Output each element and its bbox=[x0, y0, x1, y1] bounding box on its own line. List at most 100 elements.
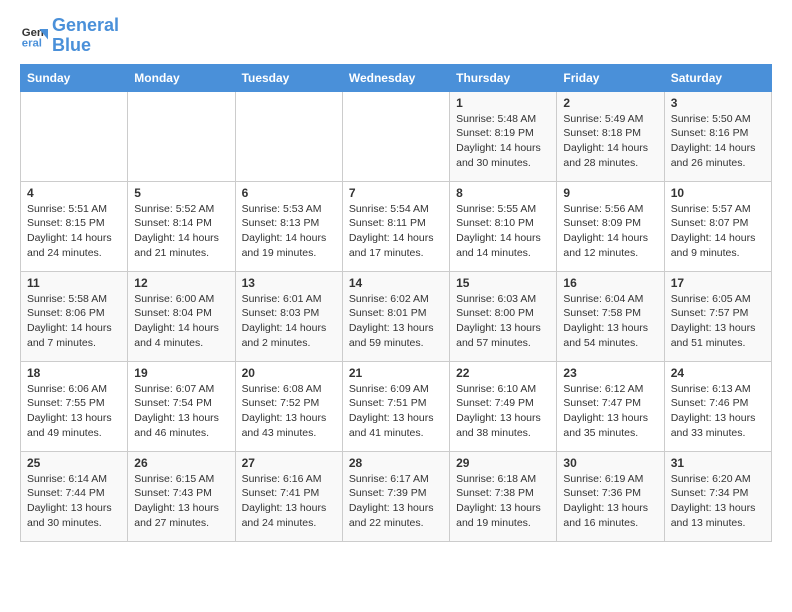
day-number: 11 bbox=[27, 276, 121, 290]
calendar-cell: 28Sunrise: 6:17 AMSunset: 7:39 PMDayligh… bbox=[342, 451, 449, 541]
day-info: Sunrise: 5:57 AMSunset: 8:07 PMDaylight:… bbox=[671, 202, 765, 261]
calendar-cell: 15 Sunrise: 6:03 AMSunset: 8:00 PMDayligh… bbox=[450, 271, 557, 361]
calendar-cell: 22 Sunrise: 6:10 AMSunset: 7:49 PMDayligh… bbox=[450, 361, 557, 451]
day-number: 3 bbox=[671, 96, 765, 110]
calendar-cell: 30 Sunrise: 6:19 AMSunset: 7:36 PMDayligh… bbox=[557, 451, 664, 541]
calendar-cell: 2 Sunrise: 5:49 AMSunset: 8:18 PMDaylight… bbox=[557, 91, 664, 181]
day-number: 22 bbox=[456, 366, 550, 380]
day-info: Sunrise: 6:10 AMSunset: 7:49 PMDaylight:… bbox=[456, 382, 550, 441]
calendar-table: SundayMondayTuesdayWednesdayThursdayFrid… bbox=[20, 64, 772, 542]
day-info: Sunrise: 6:03 AMSunset: 8:00 PMDaylight:… bbox=[456, 292, 550, 351]
day-number: 1 bbox=[456, 96, 550, 110]
day-info: Sunrise: 5:56 AMSunset: 8:09 PMDaylight:… bbox=[563, 202, 657, 261]
calendar-cell: 1 Sunrise: 5:48 AMSunset: 8:19 PMDaylight… bbox=[450, 91, 557, 181]
day-info: Sunrise: 6:14 AMSunset: 7:44 PMDaylight:… bbox=[27, 472, 121, 531]
day-number: 30 bbox=[563, 456, 657, 470]
day-number: 24 bbox=[671, 366, 765, 380]
day-number: 5 bbox=[134, 186, 228, 200]
calendar-cell: 21Sunrise: 6:09 AMSunset: 7:51 PMDayligh… bbox=[342, 361, 449, 451]
day-info: Sunrise: 6:08 AMSunset: 7:52 PMDaylight:… bbox=[242, 382, 336, 441]
day-number: 25 bbox=[27, 456, 121, 470]
calendar-cell: 7Sunrise: 5:54 AMSunset: 8:11 PMDaylight… bbox=[342, 181, 449, 271]
day-info: Sunrise: 5:55 AMSunset: 8:10 PMDaylight:… bbox=[456, 202, 550, 261]
calendar-week-row: 1 Sunrise: 5:48 AMSunset: 8:19 PMDaylight… bbox=[21, 91, 772, 181]
logo: Gen eral GeneralBlue bbox=[20, 16, 119, 56]
calendar-cell: 17Sunrise: 6:05 AMSunset: 7:57 PMDayligh… bbox=[664, 271, 771, 361]
col-header-sunday: Sunday bbox=[21, 64, 128, 91]
calendar-cell: 23 Sunrise: 6:12 AMSunset: 7:47 PMDayligh… bbox=[557, 361, 664, 451]
calendar-cell: 11 Sunrise: 5:58 AMSunset: 8:06 PMDayligh… bbox=[21, 271, 128, 361]
day-info: Sunrise: 5:51 AMSunset: 8:15 PMDaylight:… bbox=[27, 202, 121, 261]
logo-icon: Gen eral bbox=[20, 22, 48, 50]
calendar-cell: 18 Sunrise: 6:06 AMSunset: 7:55 PMDayligh… bbox=[21, 361, 128, 451]
calendar-week-row: 25 Sunrise: 6:14 AMSunset: 7:44 PMDayligh… bbox=[21, 451, 772, 541]
calendar-cell: 25 Sunrise: 6:14 AMSunset: 7:44 PMDayligh… bbox=[21, 451, 128, 541]
day-number: 21 bbox=[349, 366, 443, 380]
day-info: Sunrise: 5:50 AMSunset: 8:16 PMDaylight:… bbox=[671, 112, 765, 171]
calendar-cell: 14 Sunrise: 6:02 AMSunset: 8:01 PMDayligh… bbox=[342, 271, 449, 361]
day-info: Sunrise: 6:19 AMSunset: 7:36 PMDaylight:… bbox=[563, 472, 657, 531]
col-header-thursday: Thursday bbox=[450, 64, 557, 91]
calendar-cell: 16 Sunrise: 6:04 AMSunset: 7:58 PMDayligh… bbox=[557, 271, 664, 361]
calendar-week-row: 11 Sunrise: 5:58 AMSunset: 8:06 PMDayligh… bbox=[21, 271, 772, 361]
day-info: Sunrise: 6:13 AMSunset: 7:46 PMDaylight:… bbox=[671, 382, 765, 441]
col-header-tuesday: Tuesday bbox=[235, 64, 342, 91]
calendar-cell: 27 Sunrise: 6:16 AMSunset: 7:41 PMDayligh… bbox=[235, 451, 342, 541]
calendar-cell bbox=[128, 91, 235, 181]
calendar-cell: 9 Sunrise: 5:56 AMSunset: 8:09 PMDaylight… bbox=[557, 181, 664, 271]
page-header: Gen eral GeneralBlue bbox=[20, 16, 772, 56]
calendar-cell: 4 Sunrise: 5:51 AMSunset: 8:15 PMDaylight… bbox=[21, 181, 128, 271]
calendar-cell: 10 Sunrise: 5:57 AMSunset: 8:07 PMDayligh… bbox=[664, 181, 771, 271]
day-info: Sunrise: 5:54 AMSunset: 8:11 PMDaylight:… bbox=[349, 202, 443, 261]
col-header-friday: Friday bbox=[557, 64, 664, 91]
calendar-cell bbox=[235, 91, 342, 181]
calendar-week-row: 18 Sunrise: 6:06 AMSunset: 7:55 PMDayligh… bbox=[21, 361, 772, 451]
day-info: Sunrise: 6:12 AMSunset: 7:47 PMDaylight:… bbox=[563, 382, 657, 441]
day-number: 27 bbox=[242, 456, 336, 470]
day-info: Sunrise: 6:16 AMSunset: 7:41 PMDaylight:… bbox=[242, 472, 336, 531]
day-number: 17 bbox=[671, 276, 765, 290]
day-info: Sunrise: 5:52 AMSunset: 8:14 PMDaylight:… bbox=[134, 202, 228, 261]
day-info: Sunrise: 6:07 AMSunset: 7:54 PMDaylight:… bbox=[134, 382, 228, 441]
day-info: Sunrise: 6:01 AMSunset: 8:03 PMDaylight:… bbox=[242, 292, 336, 351]
day-info: Sunrise: 5:48 AMSunset: 8:19 PMDaylight:… bbox=[456, 112, 550, 171]
calendar-cell: 31 Sunrise: 6:20 AMSunset: 7:34 PMDayligh… bbox=[664, 451, 771, 541]
calendar-cell: 5 Sunrise: 5:52 AMSunset: 8:14 PMDaylight… bbox=[128, 181, 235, 271]
day-info: Sunrise: 5:58 AMSunset: 8:06 PMDaylight:… bbox=[27, 292, 121, 351]
day-info: Sunrise: 6:15 AMSunset: 7:43 PMDaylight:… bbox=[134, 472, 228, 531]
day-info: Sunrise: 6:02 AMSunset: 8:01 PMDaylight:… bbox=[349, 292, 443, 351]
col-header-wednesday: Wednesday bbox=[342, 64, 449, 91]
day-info: Sunrise: 6:06 AMSunset: 7:55 PMDaylight:… bbox=[27, 382, 121, 441]
calendar-cell: 29Sunrise: 6:18 AMSunset: 7:38 PMDayligh… bbox=[450, 451, 557, 541]
calendar-cell: 24 Sunrise: 6:13 AMSunset: 7:46 PMDayligh… bbox=[664, 361, 771, 451]
day-info: Sunrise: 6:18 AMSunset: 7:38 PMDaylight:… bbox=[456, 472, 550, 531]
day-info: Sunrise: 6:20 AMSunset: 7:34 PMDaylight:… bbox=[671, 472, 765, 531]
day-number: 19 bbox=[134, 366, 228, 380]
day-number: 10 bbox=[671, 186, 765, 200]
day-number: 4 bbox=[27, 186, 121, 200]
day-number: 20 bbox=[242, 366, 336, 380]
day-info: Sunrise: 6:00 AMSunset: 8:04 PMDaylight:… bbox=[134, 292, 228, 351]
day-number: 23 bbox=[563, 366, 657, 380]
calendar-cell: 26Sunrise: 6:15 AMSunset: 7:43 PMDayligh… bbox=[128, 451, 235, 541]
logo-text: GeneralBlue bbox=[52, 16, 119, 56]
day-number: 28 bbox=[349, 456, 443, 470]
day-number: 14 bbox=[349, 276, 443, 290]
calendar-cell bbox=[342, 91, 449, 181]
calendar-cell: 19 Sunrise: 6:07 AMSunset: 7:54 PMDayligh… bbox=[128, 361, 235, 451]
day-number: 2 bbox=[563, 96, 657, 110]
calendar-cell bbox=[21, 91, 128, 181]
day-info: Sunrise: 5:49 AMSunset: 8:18 PMDaylight:… bbox=[563, 112, 657, 171]
day-info: Sunrise: 5:53 AMSunset: 8:13 PMDaylight:… bbox=[242, 202, 336, 261]
day-number: 9 bbox=[563, 186, 657, 200]
day-info: Sunrise: 6:04 AMSunset: 7:58 PMDaylight:… bbox=[563, 292, 657, 351]
day-number: 6 bbox=[242, 186, 336, 200]
calendar-header-row: SundayMondayTuesdayWednesdayThursdayFrid… bbox=[21, 64, 772, 91]
day-number: 12 bbox=[134, 276, 228, 290]
day-number: 16 bbox=[563, 276, 657, 290]
day-number: 15 bbox=[456, 276, 550, 290]
col-header-saturday: Saturday bbox=[664, 64, 771, 91]
day-number: 18 bbox=[27, 366, 121, 380]
col-header-monday: Monday bbox=[128, 64, 235, 91]
day-number: 31 bbox=[671, 456, 765, 470]
